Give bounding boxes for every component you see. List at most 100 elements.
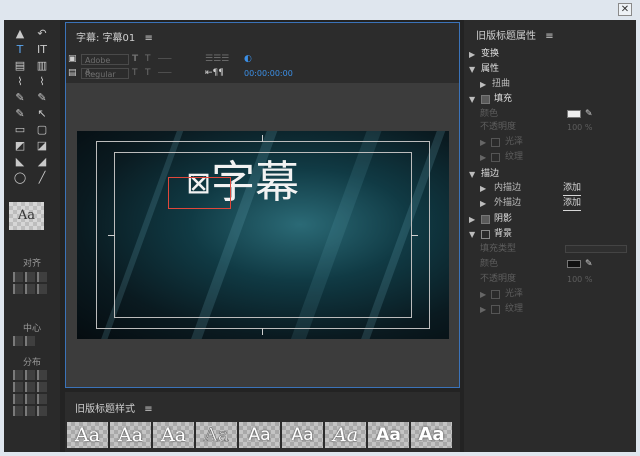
- timecode-display[interactable]: 00:00:00:00: [244, 68, 293, 79]
- align-top-icon[interactable]: [13, 284, 23, 294]
- ellipse-tool-icon[interactable]: ◯: [10, 170, 30, 185]
- properties-tab[interactable]: 旧版标题属性 ≡: [476, 27, 554, 42]
- close-window-button[interactable]: ✕: [618, 3, 632, 16]
- style-swatch[interactable]: Aa: [282, 422, 323, 448]
- distribute-extra-2-icon[interactable]: [13, 406, 23, 416]
- style-swatch[interactable]: Aa: [411, 422, 452, 448]
- style-swatch[interactable]: Aa: [67, 422, 108, 448]
- fill-section[interactable]: ▼ 填充: [464, 93, 636, 106]
- align-center-icon[interactable]: [25, 272, 35, 282]
- arc-tool-icon[interactable]: ◢: [32, 154, 52, 169]
- center-horizontal-icon[interactable]: [13, 336, 23, 346]
- editor-tab[interactable]: 字幕: 字幕01 ≡: [76, 29, 153, 44]
- add-anchor-tool-icon[interactable]: ✎: [10, 106, 30, 121]
- shadow-checkbox[interactable]: [481, 215, 490, 224]
- shadow-section[interactable]: ▶ 阴影: [464, 213, 636, 226]
- bold-icon[interactable]: T: [132, 54, 142, 65]
- background-label: 背景: [494, 229, 513, 239]
- tab-stops-icon[interactable]: ⇤¶¶: [205, 68, 241, 79]
- opacity-value[interactable]: 100 %: [567, 121, 592, 134]
- distribute-left-icon[interactable]: [13, 370, 23, 380]
- type-tool-icon[interactable]: T: [10, 42, 30, 57]
- leading-slider[interactable]: ⎯⎯⎯: [158, 68, 202, 79]
- align-left-icon[interactable]: [13, 272, 23, 282]
- align-middle-icon[interactable]: [25, 284, 35, 294]
- distribute-right-icon[interactable]: [37, 370, 47, 380]
- rotation-tool-icon[interactable]: ↶: [32, 26, 52, 41]
- background-section[interactable]: ▼ 背景: [464, 228, 636, 241]
- title-canvas[interactable]: ⊠字幕: [77, 131, 449, 339]
- italic-icon[interactable]: T: [145, 54, 155, 65]
- vertical-type-tool-icon[interactable]: IT: [32, 42, 52, 57]
- distribute-top-icon[interactable]: [25, 382, 35, 392]
- sheen-checkbox[interactable]: [491, 138, 500, 147]
- clipped-corner-tool-icon[interactable]: ◩: [10, 138, 30, 153]
- center-vertical-icon[interactable]: [25, 336, 35, 346]
- distribute-hspace-icon[interactable]: [13, 382, 23, 392]
- toolbar-row-2: ▤ Regular T T ⎯⎯⎯ ⇤¶¶ 00:00:00:00: [68, 67, 293, 79]
- convert-anchor-tool-icon[interactable]: ↖: [32, 106, 52, 121]
- style-swatch[interactable]: Aa: [196, 422, 237, 448]
- area-type-tool-icon[interactable]: ▤: [10, 58, 30, 73]
- size-icon[interactable]: T: [132, 68, 142, 79]
- style-swatch[interactable]: Aa: [325, 422, 366, 448]
- properties-section[interactable]: ▼ 属性: [464, 63, 636, 76]
- eyedropper-icon[interactable]: ✎: [585, 258, 593, 271]
- bg-texture-checkbox[interactable]: [491, 305, 500, 314]
- wedge-tool-icon[interactable]: ◣: [10, 154, 30, 169]
- styles-panel-tab[interactable]: 旧版标题样式 ≡: [75, 400, 153, 415]
- style-swatch[interactable]: Aa: [368, 422, 409, 448]
- bg-sheen-checkbox[interactable]: [491, 290, 500, 299]
- pen-tool-icon[interactable]: ✎: [10, 90, 30, 105]
- distort-row[interactable]: ▶ 扭曲: [464, 78, 636, 91]
- bg-opacity-value[interactable]: 100 %: [567, 273, 592, 286]
- distribute-hcenter-icon[interactable]: [25, 370, 35, 380]
- rectangle-tool-icon[interactable]: ▭: [10, 122, 30, 137]
- style-swatch[interactable]: Aa: [239, 422, 280, 448]
- font-style-dropdown[interactable]: Regular: [81, 67, 129, 79]
- style-swatch[interactable]: Aa: [153, 422, 194, 448]
- font-family-dropdown[interactable]: Adobe A...: [81, 53, 129, 76]
- fill-checkbox[interactable]: [481, 95, 490, 104]
- eyedropper-icon[interactable]: ✎: [585, 108, 593, 121]
- outer-strokes-row: ▶ 外描边 添加: [464, 197, 636, 211]
- path-type-tool-icon[interactable]: ⌇: [10, 74, 30, 89]
- underline-icon[interactable]: T: [145, 68, 155, 79]
- fill-color-swatch[interactable]: [567, 110, 581, 118]
- collapse-arrow-icon: ▼: [469, 170, 476, 179]
- distribute-bottom-icon[interactable]: [13, 394, 23, 404]
- distribute-extra-4-icon[interactable]: [37, 406, 47, 416]
- background-video-icon[interactable]: ◐: [244, 54, 254, 65]
- strokes-section[interactable]: ▼ 描边: [464, 168, 636, 181]
- distribute-vcenter-icon[interactable]: [37, 382, 47, 392]
- texture-checkbox[interactable]: [491, 153, 500, 162]
- distribute-vspace-icon[interactable]: [25, 394, 35, 404]
- expand-arrow-icon: ▶: [480, 184, 487, 193]
- align-text-buttons[interactable]: ☰☰☰: [205, 54, 241, 65]
- background-checkbox[interactable]: [481, 230, 490, 239]
- vertical-area-type-tool-icon[interactable]: ▥: [32, 58, 52, 73]
- center-label: 中心: [22, 324, 41, 334]
- kerning-slider[interactable]: ⎯⎯⎯: [158, 54, 202, 65]
- transform-section[interactable]: ▶ 变换: [464, 48, 636, 61]
- rounded-corner-tool-icon[interactable]: ◪: [32, 138, 52, 153]
- line-tool-icon[interactable]: ╱: [32, 170, 52, 185]
- delete-anchor-tool-icon[interactable]: ✎: [32, 90, 52, 105]
- roll-crawl-icon[interactable]: ▤: [68, 68, 78, 79]
- styles-menu-icon[interactable]: ≡: [144, 404, 152, 415]
- add-inner-stroke-link[interactable]: 添加: [563, 182, 582, 196]
- distribute-extra-3-icon[interactable]: [25, 406, 35, 416]
- vertical-path-type-tool-icon[interactable]: ⌇: [32, 74, 52, 89]
- bg-color-swatch[interactable]: [567, 260, 581, 268]
- bg-fill-type-dropdown[interactable]: [565, 245, 627, 253]
- editor-menu-icon[interactable]: ≡: [144, 33, 152, 44]
- align-bottom-icon[interactable]: [37, 284, 47, 294]
- properties-menu-icon[interactable]: ≡: [545, 31, 553, 42]
- new-title-icon[interactable]: ▣: [68, 54, 78, 65]
- align-right-icon[interactable]: [37, 272, 47, 282]
- selection-tool-icon[interactable]: ▲: [10, 26, 30, 41]
- add-outer-stroke-link[interactable]: 添加: [563, 197, 582, 211]
- style-swatch[interactable]: Aa: [110, 422, 151, 448]
- distribute-extra-1-icon[interactable]: [37, 394, 47, 404]
- rounded-rectangle-tool-icon[interactable]: ▢: [32, 122, 52, 137]
